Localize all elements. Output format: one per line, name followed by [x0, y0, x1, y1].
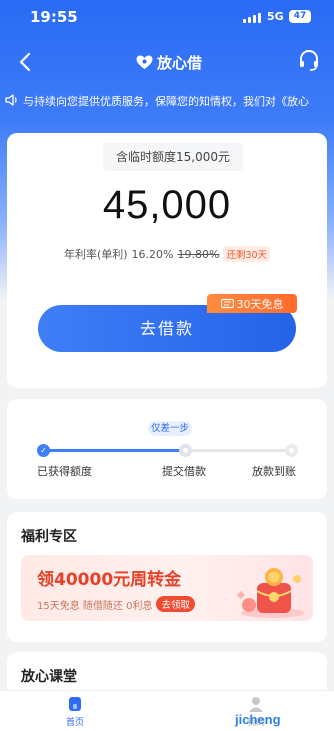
interest-rate-row: 年利率(单利) 16.20% 19.80% 还剩30天: [7, 246, 327, 262]
step-label-obtained: 已获得额度: [37, 465, 92, 478]
chevron-left-icon[interactable]: [14, 48, 38, 76]
temporary-quota-note: 含临时额度15,000元: [103, 143, 243, 171]
notice-text: 与持续向您提供优质服务，保障您的知情权，我们对《放心: [23, 95, 309, 108]
course-title: 放心课堂: [21, 669, 77, 685]
rate-original: 19.80%: [177, 247, 220, 261]
tab-home[interactable]: 首页: [55, 695, 95, 728]
banner-sub-text: 15天免息 随借随还 0利息: [37, 600, 153, 612]
step-label-disbursed: 放款到账: [252, 465, 296, 478]
status-time: 19:55: [30, 8, 78, 26]
tab-bar: 首页 我的: [0, 690, 334, 731]
speaker-icon: [5, 94, 17, 106]
welfare-section: 福利专区 领40000元周转金 15天免息 随借随还 0利息 去领取: [7, 512, 327, 642]
check-icon: ✓: [37, 444, 50, 457]
banner-subtitle: 15天免息 随借随还 0利息 去领取: [37, 596, 195, 612]
loan-card: 含临时额度15,000元 45,000 年利率(单利) 16.20% 19.80…: [7, 133, 327, 388]
brand: 放心借: [136, 52, 202, 73]
rate-remaining-tag: 还剩30天: [223, 246, 271, 262]
battery-icon: 47: [289, 10, 311, 23]
progress-tip: 仅差一步: [148, 421, 192, 437]
brand-name: 放心借: [157, 54, 203, 72]
nav-bar: 放心借: [0, 42, 334, 82]
red-envelope-gift-icon: [237, 568, 305, 618]
progress-fill: [43, 449, 188, 452]
tab-home-label: 首页: [65, 718, 84, 728]
welfare-banner[interactable]: 领40000元周转金 15天免息 随借随还 0利息 去领取: [21, 555, 313, 621]
badge-text: 30天免息: [236, 297, 284, 311]
user-icon: [249, 697, 263, 712]
signal-icon: [243, 13, 261, 23]
rate-label: 年利率(单利): [63, 248, 128, 261]
watermark: jicheng: [235, 712, 281, 727]
network-label: 5G: [267, 10, 284, 23]
headset-icon[interactable]: [298, 49, 320, 73]
welfare-title: 福利专区: [21, 529, 77, 545]
banner-title: 领40000元周转金: [37, 570, 182, 590]
home-icon: [69, 697, 81, 711]
notice-bar[interactable]: 与持续向您提供优质服务，保障您的知情权，我们对《放心: [0, 90, 334, 112]
interest-free-badge: 30天免息: [207, 294, 297, 313]
coupon-icon: [220, 298, 234, 309]
step-dot-pending: [285, 444, 298, 457]
progress-track: [43, 449, 293, 452]
heart-logo-icon: [136, 55, 153, 69]
step-label-submit: 提交借款: [162, 465, 206, 478]
step-dot-current: [179, 444, 192, 457]
progress-card: 仅差一步 ✓ 已获得额度 提交借款 放款到账: [7, 399, 327, 499]
rate-current: 16.20%: [131, 247, 174, 261]
credit-amount: 45,000: [102, 183, 232, 227]
status-bar: 19:55 5G 47: [0, 0, 334, 36]
claim-button[interactable]: 去领取: [156, 596, 195, 612]
